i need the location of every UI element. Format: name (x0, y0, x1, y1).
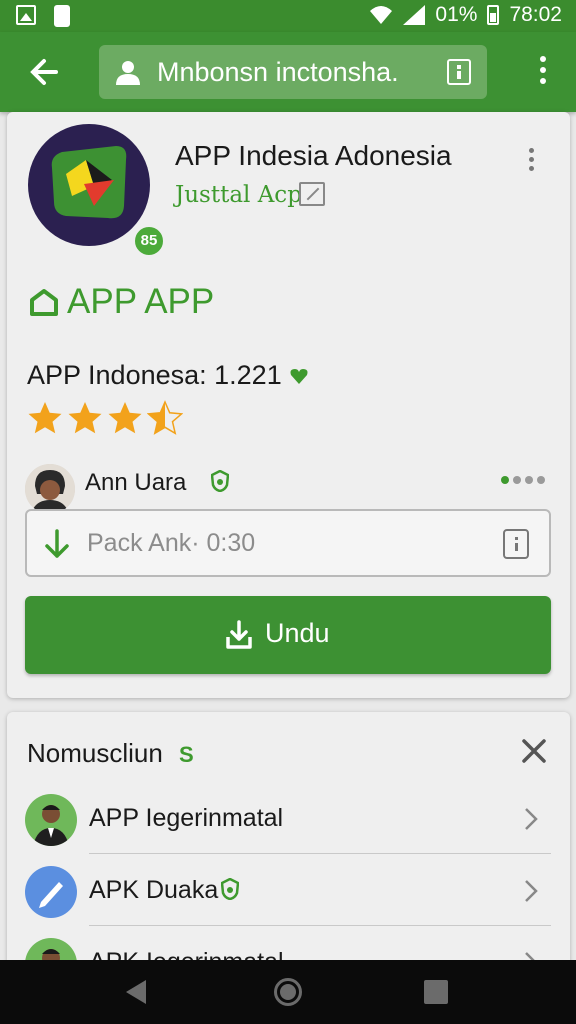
url-text: Mnbonsn inctonsha. (157, 57, 399, 87)
nav-back-icon[interactable] (126, 980, 146, 1004)
rating-stars (27, 400, 183, 436)
download-button[interactable]: Undu (25, 596, 551, 674)
star-icon (28, 402, 62, 434)
url-bar[interactable]: Mnbonsn inctonsha. (99, 45, 487, 99)
card-more-icon[interactable] (529, 148, 535, 175)
app-detail-card: 85 APP Indesia Adonesia Justtal Acp APP … (7, 112, 570, 698)
reviewer-name: Ann Uara (85, 469, 187, 496)
status-bar: 01% 78:02 (0, 0, 576, 32)
more-horiz-icon[interactable] (501, 476, 545, 484)
home-icon (30, 289, 58, 316)
clock: 78:02 (509, 3, 562, 26)
app-subtitle[interactable]: Justtal Acp (175, 182, 302, 208)
recommendations-card: Nomuscliun S APP Iegerinmatal APK Duaka (7, 712, 570, 990)
download-arrow-icon (45, 529, 69, 558)
reviewer-row: Ann Uara (25, 464, 545, 514)
clipboard-icon (54, 5, 70, 27)
star-icon (68, 402, 102, 434)
app-logo: 85 (28, 124, 166, 258)
install-count-text: APP Indonesa: 1.221 (27, 360, 282, 390)
close-icon[interactable] (521, 738, 547, 764)
image-icon (16, 5, 36, 25)
shield-icon (211, 470, 229, 492)
info-icon[interactable] (503, 529, 529, 559)
chevron-right-icon (525, 808, 538, 830)
star-icon (108, 402, 142, 434)
list-item[interactable]: APP Iegerinmatal (7, 782, 570, 854)
list-item-label: APP Iegerinmatal (89, 804, 284, 832)
avatar (25, 464, 75, 514)
app-toolbar: Mnbonsn inctonsha. (0, 32, 576, 112)
download-button-label: Undu (265, 618, 330, 648)
back-arrow-icon[interactable] (26, 52, 66, 92)
heart-icon (290, 368, 308, 384)
signal-icon (403, 5, 426, 25)
pack-input[interactable]: Pack Ank· 0:30 (25, 509, 551, 577)
pack-value: Pack Ank· 0:30 (87, 529, 256, 557)
install-count: APP Indonesa: 1.221 (27, 360, 308, 391)
pencil-icon (25, 866, 77, 918)
list-item[interactable]: APK Duaka (7, 854, 570, 926)
battery-percent: 01% (435, 3, 478, 26)
app-title: APP Indesia Adonesia (175, 140, 452, 171)
nav-recents-icon[interactable] (424, 980, 448, 1004)
info-icon[interactable] (447, 59, 471, 85)
store-row: APP APP (29, 282, 214, 322)
person-icon (116, 61, 140, 85)
chevron-right-icon (525, 880, 538, 902)
nav-home-icon[interactable] (274, 978, 302, 1006)
download-icon (226, 620, 252, 649)
star-half-icon (147, 400, 183, 435)
system-nav-bar (0, 960, 576, 1024)
more-vert-icon[interactable] (540, 56, 546, 89)
section-mark: S (179, 742, 194, 767)
avatar (25, 794, 77, 846)
external-link-icon[interactable] (299, 182, 325, 206)
wifi-icon (370, 6, 393, 24)
list-item-label: APK Duaka (89, 876, 219, 904)
battery-icon (487, 5, 500, 25)
app-badge: 85 (132, 224, 166, 258)
store-label: APP APP (67, 282, 215, 321)
shield-icon (221, 878, 239, 900)
section-title: Nomuscliun (27, 738, 163, 768)
